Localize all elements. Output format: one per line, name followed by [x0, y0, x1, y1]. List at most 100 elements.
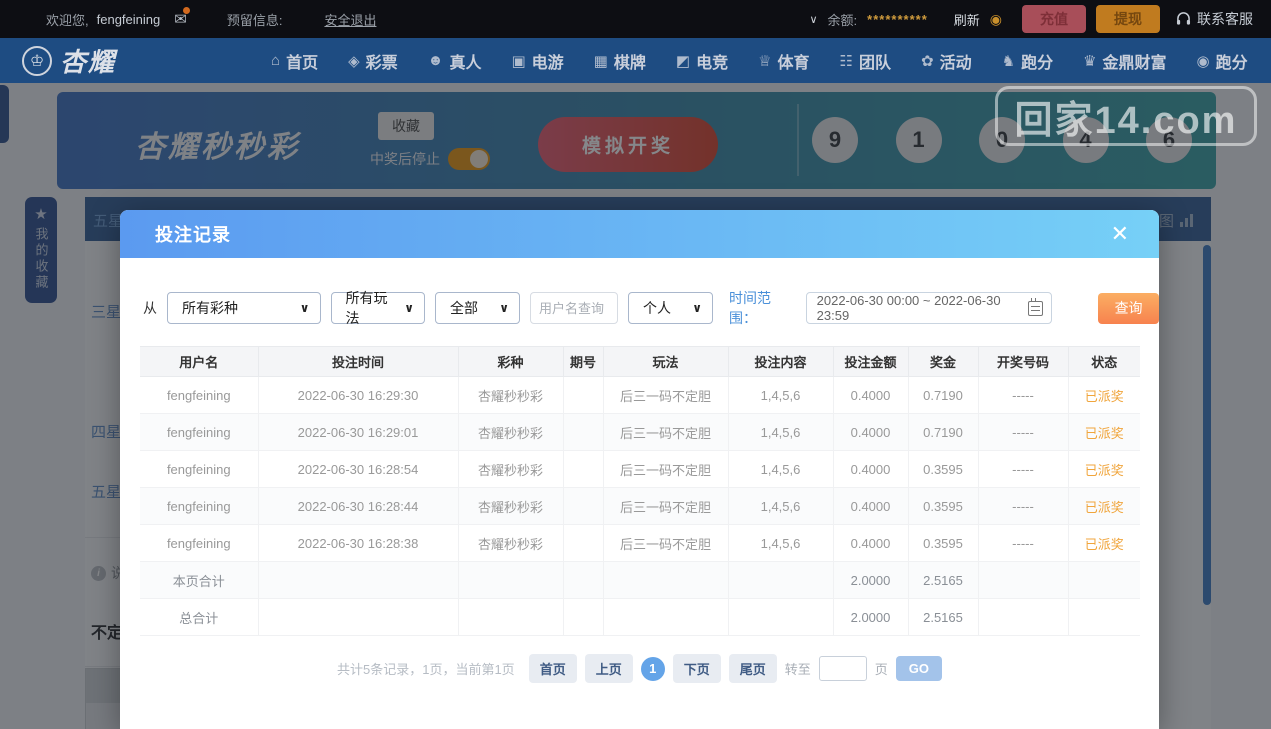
cell-username: fengfeining — [140, 487, 259, 525]
nav-item-jinding-wealth[interactable]: ♛ 金鼎财富 — [1083, 49, 1166, 73]
bet-records-modal: 投注记录 ✕ 从 所有彩种∨ 所有玩法∨ 全部∨ 个人∨ 时间范围： 2022-… — [120, 210, 1160, 729]
cell-content: 1,4,5,6 — [727, 413, 834, 451]
table-row: fengfeining 2022-06-30 16:29:01 杏耀秒秒彩 后三一码不… — [140, 413, 1140, 451]
balance-value: ********** — [867, 11, 928, 27]
calendar-icon — [1027, 297, 1044, 316]
date-range-input[interactable]: 2022-06-30 00:00 ~ 2022-06-30 23:59 — [805, 292, 1053, 324]
cell-play: 后三一码不定胆 — [602, 450, 729, 488]
chevron-down-icon: ∨ — [692, 301, 703, 315]
col-prize: 奖金 — [908, 346, 979, 377]
cards-icon: ▦ — [593, 52, 608, 70]
nav-item-esports[interactable]: ◩ 电竞 — [676, 49, 728, 73]
cell-lottery: 杏耀秒秒彩 — [457, 376, 564, 414]
cell-issue — [562, 450, 604, 488]
pagination-info: 共计5条记录，1页，当前第1页 — [336, 662, 515, 677]
lottery-icon: ◈ — [348, 52, 360, 70]
scope-select[interactable]: 全部 ∨ — [435, 292, 521, 324]
refresh-balance-button[interactable]: 刷新 — [954, 10, 980, 29]
mail-icon[interactable]: ✉ — [174, 7, 190, 28]
cell-lottery: 杏耀秒秒彩 — [457, 413, 564, 451]
grand-total-label: 总合计 — [140, 598, 259, 636]
brand-name: 杏耀 — [60, 47, 117, 77]
nav-item-team[interactable]: ☷ 团队 — [840, 49, 891, 73]
username-text: fengfeining — [96, 11, 161, 27]
col-status: 状态 — [1068, 346, 1140, 377]
nav-item-label: 金鼎财富 — [1102, 54, 1167, 72]
table-row: fengfeining 2022-06-30 16:28:44 杏耀秒秒彩 后三一码不… — [140, 487, 1140, 525]
nav-item-sports[interactable]: ♕ 体育 — [758, 49, 809, 73]
welcome-text: 欢迎您, — [46, 12, 89, 28]
support-label: 联系客服 — [1197, 11, 1253, 27]
recharge-button[interactable]: 充值 — [1022, 5, 1086, 33]
cell-amount: 0.4000 — [832, 524, 909, 562]
nav-item-label: 活动 — [939, 54, 972, 72]
current-page-button[interactable]: 1 — [640, 656, 665, 681]
page-number-input[interactable] — [818, 656, 867, 681]
nav-item-label: 首页 — [286, 54, 319, 72]
sports-icon: ♕ — [758, 52, 772, 70]
date-range-value: 2022-06-30 00:00 ~ 2022-06-30 23:59 — [816, 293, 1001, 323]
modal-header: 投注记录 ✕ — [120, 210, 1159, 258]
egame-icon: ▣ — [511, 52, 526, 70]
search-button[interactable]: 查询 — [1098, 292, 1160, 324]
cell-result: ----- — [977, 413, 1069, 451]
cell-issue — [562, 524, 604, 562]
nav-item-home[interactable]: ⌂ 首页 — [271, 49, 318, 73]
last-page-button[interactable]: 尾页 — [728, 654, 777, 683]
page-total-prize: 2.5165 — [907, 561, 979, 599]
top-bar: 欢迎您, fengfeining ✉ 预留信息: 安全退出 ∨ 余额: ****… — [0, 0, 1271, 38]
pagination: 共计5条记录，1页，当前第1页 首页 上页 1 下页 尾页 转至 页 GO — [120, 654, 1159, 683]
brand-logo[interactable]: ♔ 杏耀 — [22, 42, 116, 79]
first-page-button[interactable]: 首页 — [528, 654, 577, 683]
username-search-input[interactable] — [530, 292, 619, 324]
main-nav: ♔ 杏耀 ⌂ 首页 ◈ 彩票 ☻ 真人 ▣ 电游 ▦ 棋牌 ◩ 电竞 ♕ 体育 ☷ 团队 ✿ 活动 ♞ 跑分 ♛ 金鼎财富… — [0, 38, 1271, 83]
next-page-button[interactable]: 下页 — [672, 654, 721, 683]
prev-page-button[interactable]: 上页 — [584, 654, 633, 683]
esports-icon: ◩ — [675, 52, 691, 70]
withdraw-button[interactable]: 提现 — [1096, 5, 1160, 33]
close-icon[interactable]: ✕ — [1111, 223, 1129, 245]
go-button[interactable]: GO — [895, 656, 943, 681]
nav-item-label: 电游 — [531, 54, 564, 72]
contact-support-button[interactable]: 联系客服 — [1176, 9, 1253, 29]
col-play: 玩法 — [603, 346, 729, 377]
jinding-wealth-icon: ♛ — [1083, 52, 1097, 70]
cell-prize: 0.3595 — [907, 450, 979, 488]
nav-item-label: 跑分 — [1021, 54, 1054, 72]
page: 欢迎您, fengfeining ✉ 预留信息: 安全退出 ∨ 余额: ****… — [0, 0, 1271, 729]
target-select[interactable]: 个人 ∨ — [628, 292, 714, 324]
col-lottery: 彩种 — [458, 346, 564, 377]
nav-item-egame[interactable]: ▣ 电游 — [511, 49, 563, 73]
nav-item-live[interactable]: ☻ 真人 — [428, 49, 482, 73]
cell-status: 已派奖 — [1067, 524, 1140, 562]
cell-issue — [562, 376, 604, 414]
page-unit-label: 页 — [874, 662, 888, 677]
cell-username: fengfeining — [140, 450, 259, 488]
lottery-select[interactable]: 所有彩种 ∨ — [167, 292, 321, 324]
goto-label: 转至 — [784, 662, 811, 677]
cell-lottery: 杏耀秒秒彩 — [457, 524, 564, 562]
nav-item-label: 团队 — [859, 54, 892, 72]
nav-item-paofen[interactable]: ♞ 跑分 — [1002, 49, 1053, 73]
balance-chevron-icon[interactable]: ∨ — [809, 13, 817, 26]
nav-item-activity[interactable]: ✿ 活动 — [921, 49, 972, 73]
eye-icon[interactable]: ◉ — [990, 11, 1002, 28]
nav-item-lottery[interactable]: ◈ 彩票 — [348, 49, 398, 73]
nav-item-cards[interactable]: ▦ 棋牌 — [594, 49, 646, 73]
cell-issue — [562, 487, 604, 525]
balance-label: 余额: — [827, 12, 858, 28]
chevron-down-icon: ∨ — [299, 301, 310, 315]
nav-item-room-paofen[interactable]: ◉ 跑分 — [1197, 49, 1248, 73]
cell-status: 已派奖 — [1067, 376, 1140, 414]
cell-content: 1,4,5,6 — [727, 376, 834, 414]
nav-items: ⌂ 首页 ◈ 彩票 ☻ 真人 ▣ 电游 ▦ 棋牌 ◩ 电竞 ♕ 体育 ☷ 团队 ✿ 活动 ♞ 跑分 ♛ 金鼎财富 ◉ 跑分 — [271, 49, 1248, 73]
table-row: fengfeining 2022-06-30 16:28:38 杏耀秒秒彩 后三一码不… — [140, 524, 1140, 562]
nav-item-label: 棋牌 — [613, 54, 646, 72]
col-bet-time: 投注时间 — [258, 346, 459, 377]
nav-item-label: 彩票 — [365, 54, 398, 72]
col-result: 开奖号码 — [978, 346, 1069, 377]
col-content: 投注内容 — [728, 346, 834, 377]
mail-notification-dot — [182, 7, 190, 14]
play-select[interactable]: 所有玩法 ∨ — [330, 290, 426, 326]
logout-link[interactable]: 安全退出 — [324, 10, 376, 29]
